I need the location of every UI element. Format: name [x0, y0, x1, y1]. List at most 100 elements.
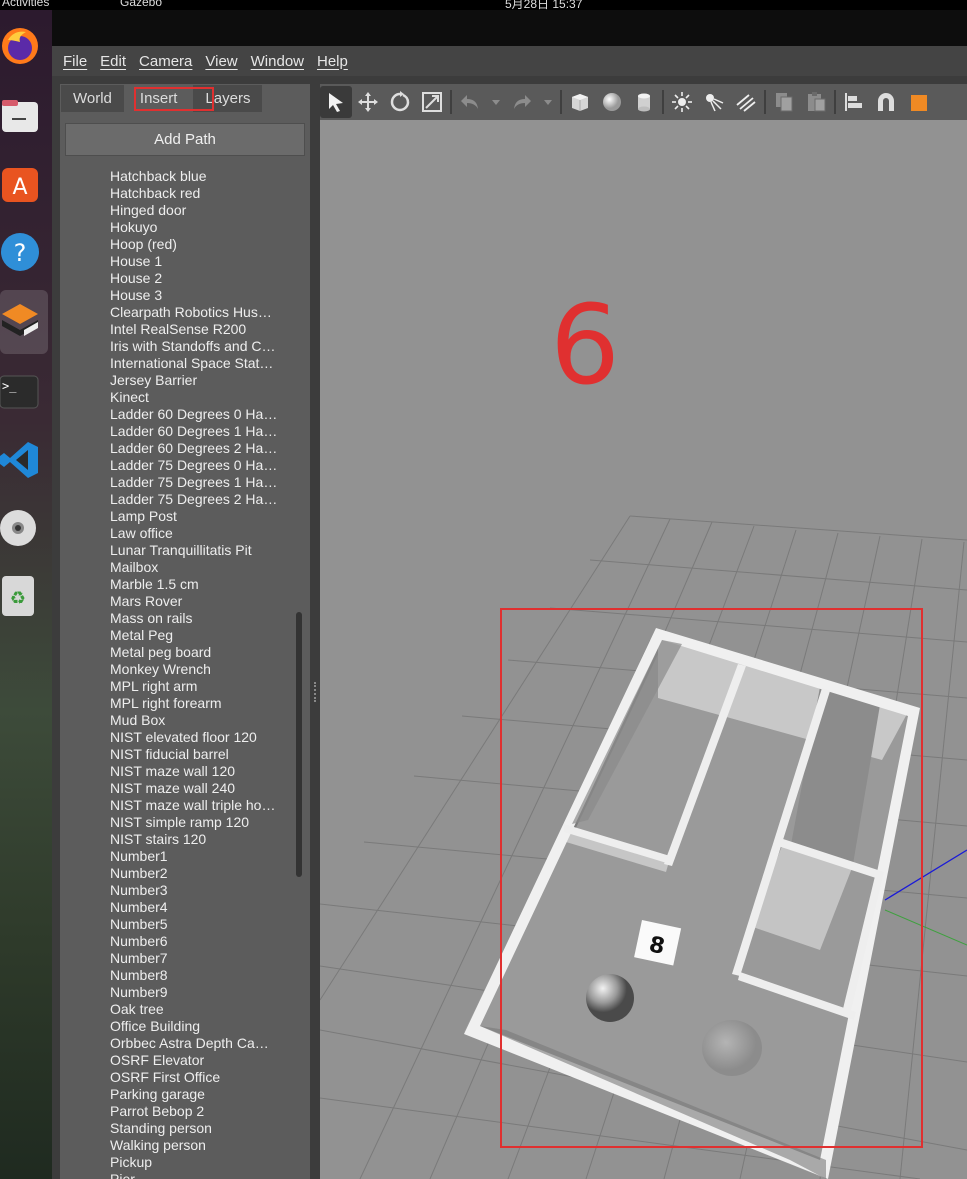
model-list-item[interactable]: Ladder 75 Degrees 2 Ha…	[60, 491, 300, 508]
trash-icon[interactable]: ♻	[0, 574, 40, 618]
model-list-item[interactable]: NIST maze wall triple ho…	[60, 797, 300, 814]
model-list-item[interactable]: Mud Box	[60, 712, 300, 729]
select-arrow-icon[interactable]	[320, 86, 352, 118]
model-list-item[interactable]: Parking garage	[60, 1086, 300, 1103]
model-list-item[interactable]: Number9	[60, 984, 300, 1001]
model-list-item[interactable]: Jersey Barrier	[60, 372, 300, 389]
model-list-item[interactable]: NIST elevated floor 120	[60, 729, 300, 746]
scene-render[interactable]: 8	[320, 120, 967, 1179]
model-list-item[interactable]: Monkey Wrench	[60, 661, 300, 678]
translate-icon[interactable]	[352, 86, 384, 118]
model-list-item[interactable]: Ladder 75 Degrees 1 Ha…	[60, 474, 300, 491]
model-list-item[interactable]: Parrot Bebop 2	[60, 1103, 300, 1120]
tab-insert[interactable]: Insert	[124, 84, 193, 112]
model-list-item[interactable]: Mass on rails	[60, 610, 300, 627]
app-center-icon[interactable]: A	[0, 162, 40, 206]
model-list-item[interactable]: Lamp Post	[60, 508, 300, 525]
change-view-icon[interactable]	[902, 86, 934, 118]
gazebo-icon[interactable]	[0, 300, 40, 344]
model-list-item[interactable]: Walking person	[60, 1137, 300, 1154]
disc-icon[interactable]	[0, 506, 40, 550]
model-list-item[interactable]: Number1	[60, 848, 300, 865]
menu-help[interactable]: Help	[317, 53, 348, 70]
model-list-item[interactable]: Number8	[60, 967, 300, 984]
firefox-icon[interactable]	[0, 24, 40, 68]
model-list-item[interactable]: Hoop (red)	[60, 236, 300, 253]
scrollbar-thumb[interactable]	[296, 612, 302, 877]
terminal-icon[interactable]: >_	[0, 370, 40, 414]
model-list-item[interactable]: NIST maze wall 120	[60, 763, 300, 780]
model-list-item[interactable]: NIST maze wall 240	[60, 780, 300, 797]
redo-dropdown-icon[interactable]	[538, 86, 558, 118]
model-list-item[interactable]: Hatchback blue	[60, 168, 300, 185]
help-icon[interactable]: ?	[0, 230, 40, 274]
splitter-handle[interactable]	[314, 682, 316, 702]
point-light-icon[interactable]	[666, 86, 698, 118]
model-list-item[interactable]: Oak tree	[60, 1001, 300, 1018]
model-list-item[interactable]: Number3	[60, 882, 300, 899]
model-list-item[interactable]: Number6	[60, 933, 300, 950]
cylinder-icon[interactable]	[628, 86, 660, 118]
model-list-item[interactable]: Number7	[60, 950, 300, 967]
sphere-icon[interactable]	[596, 86, 628, 118]
spot-light-icon[interactable]	[698, 86, 730, 118]
undo-icon[interactable]	[454, 86, 486, 118]
model-list-item[interactable]: Metal peg board	[60, 644, 300, 661]
redo-icon[interactable]	[506, 86, 538, 118]
model-list-item[interactable]: Number5	[60, 916, 300, 933]
model-list-item[interactable]: Hinged door	[60, 202, 300, 219]
model-list-item[interactable]: Pier	[60, 1171, 300, 1179]
3d-viewport[interactable]: 8 6	[320, 120, 967, 1179]
model-list-item[interactable]: Ladder 60 Degrees 0 Ha…	[60, 406, 300, 423]
model-list-item[interactable]: Marble 1.5 cm	[60, 576, 300, 593]
model-list-item[interactable]: OSRF First Office	[60, 1069, 300, 1086]
model-list-item[interactable]: Metal Peg	[60, 627, 300, 644]
model-list-item[interactable]: NIST fiducial barrel	[60, 746, 300, 763]
model-list-item[interactable]: Lunar Tranquillitatis Pit	[60, 542, 300, 559]
directional-light-icon[interactable]	[730, 86, 762, 118]
model-list-item[interactable]: Mailbox	[60, 559, 300, 576]
tab-layers[interactable]: Layers	[192, 84, 264, 112]
model-list-item[interactable]: Standing person	[60, 1120, 300, 1137]
model-list-item[interactable]: Kinect	[60, 389, 300, 406]
menu-window[interactable]: Window	[251, 53, 304, 70]
model-list-item[interactable]: Law office	[60, 525, 300, 542]
model-list-item[interactable]: Hatchback red	[60, 185, 300, 202]
model-list-item[interactable]: Clearpath Robotics Hus…	[60, 304, 300, 321]
model-list-item[interactable]: Ladder 60 Degrees 1 Ha…	[60, 423, 300, 440]
menu-view[interactable]: View	[205, 53, 237, 70]
model-list-item[interactable]: Pickup	[60, 1154, 300, 1171]
menu-edit[interactable]: Edit	[100, 53, 126, 70]
model-list-item[interactable]: MPL right arm	[60, 678, 300, 695]
snap-icon[interactable]	[870, 86, 902, 118]
model-list-item[interactable]: NIST stairs 120	[60, 831, 300, 848]
model-list-item[interactable]: Hokuyo	[60, 219, 300, 236]
model-list-item[interactable]: OSRF Elevator	[60, 1052, 300, 1069]
activities-label[interactable]: Activities	[2, 0, 49, 9]
model-list-item[interactable]: Office Building	[60, 1018, 300, 1035]
model-list-item[interactable]: House 1	[60, 253, 300, 270]
model-list-item[interactable]: International Space Stat…	[60, 355, 300, 372]
model-list-item[interactable]: MPL right forearm	[60, 695, 300, 712]
files-icon[interactable]	[0, 94, 40, 138]
scale-icon[interactable]	[416, 86, 448, 118]
model-list-item[interactable]: Mars Rover	[60, 593, 300, 610]
vscode-icon[interactable]	[0, 438, 40, 482]
undo-dropdown-icon[interactable]	[486, 86, 506, 118]
model-list-item[interactable]: Intel RealSense R200	[60, 321, 300, 338]
model-list-item[interactable]: Orbbec Astra Depth Ca…	[60, 1035, 300, 1052]
model-list-item[interactable]: Number4	[60, 899, 300, 916]
paste-icon[interactable]	[800, 86, 832, 118]
model-list-item[interactable]: House 2	[60, 270, 300, 287]
copy-icon[interactable]	[768, 86, 800, 118]
model-list-item[interactable]: Iris with Standoffs and C…	[60, 338, 300, 355]
model-list-item[interactable]: NIST simple ramp 120	[60, 814, 300, 831]
panel-splitter[interactable]	[310, 84, 320, 1179]
model-list-item[interactable]: Ladder 60 Degrees 2 Ha…	[60, 440, 300, 457]
rotate-icon[interactable]	[384, 86, 416, 118]
menu-file[interactable]: File	[63, 53, 87, 70]
box-icon[interactable]	[564, 86, 596, 118]
menu-camera[interactable]: Camera	[139, 53, 192, 70]
model-list-item[interactable]: Ladder 75 Degrees 0 Ha…	[60, 457, 300, 474]
model-list-item[interactable]: House 3	[60, 287, 300, 304]
